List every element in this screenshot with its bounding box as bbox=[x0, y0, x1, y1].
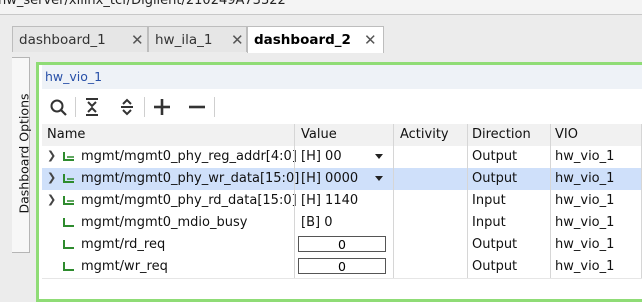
table-header: Name Value Activity Direction VIO bbox=[42, 124, 642, 147]
panel-title[interactable]: hw_vio_1 bbox=[45, 69, 102, 84]
bus-signal-icon bbox=[63, 196, 74, 205]
column-divider[interactable] bbox=[393, 124, 394, 278]
search-icon[interactable] bbox=[46, 93, 72, 121]
tab-label: hw_ila_1 bbox=[155, 32, 213, 48]
signal-value[interactable]: [H] 0000 bbox=[301, 171, 358, 186]
signal-name: mgmt/mgmt0_phy_rd_data[15:0] bbox=[81, 193, 297, 208]
signal-name: mgmt/mgmt0_mdio_busy bbox=[81, 215, 248, 230]
tab-label: dashboard_2 bbox=[254, 32, 351, 48]
dashboard-options-label: Dashboard Options bbox=[16, 93, 32, 214]
signal-direction: Output bbox=[472, 259, 518, 274]
expand-chevron-icon[interactable]: ❯ bbox=[47, 193, 56, 206]
table-row[interactable]: mgmt/wr_req 0 Output hw_vio_1 bbox=[42, 256, 642, 279]
expand-all-icon[interactable] bbox=[114, 93, 140, 121]
signal-value: [B] 0 bbox=[301, 215, 333, 230]
column-header-direction[interactable]: Direction bbox=[472, 127, 531, 142]
signal-value[interactable]: [H] 00 bbox=[301, 149, 342, 164]
panel-title-bar: hw_vio_1 bbox=[42, 65, 642, 89]
signal-name: mgmt/mgmt0_phy_wr_data[15:0] bbox=[81, 171, 300, 186]
signal-icon bbox=[63, 218, 74, 227]
window-path-bar: hw_server/xilinx_tcf/Digilent/210249A733… bbox=[0, 0, 642, 15]
collapse-all-icon[interactable] bbox=[79, 93, 105, 121]
column-header-activity[interactable]: Activity bbox=[400, 127, 449, 142]
signal-vio: hw_vio_1 bbox=[555, 259, 615, 274]
signal-icon bbox=[63, 262, 74, 271]
dashboard-options-tab[interactable]: Dashboard Options bbox=[12, 57, 32, 253]
column-divider[interactable] bbox=[550, 124, 551, 278]
table-row[interactable]: ❯ mgmt/mgmt0_phy_rd_data[15:0] [H] 1140 … bbox=[42, 190, 642, 213]
signal-icon bbox=[63, 240, 74, 249]
signal-vio: hw_vio_1 bbox=[555, 193, 615, 208]
wr-req-value-input[interactable]: 0 bbox=[298, 258, 386, 274]
signal-value: [H] 1140 bbox=[301, 193, 359, 208]
column-header-vio[interactable]: VIO bbox=[555, 127, 578, 142]
column-header-name[interactable]: Name bbox=[47, 127, 85, 142]
signal-vio: hw_vio_1 bbox=[555, 171, 615, 186]
tab-dashboard-2[interactable]: dashboard_2 ✕ bbox=[247, 26, 384, 53]
tab-dashboard-1[interactable]: dashboard_1 ✕ bbox=[12, 26, 148, 52]
column-header-value[interactable]: Value bbox=[301, 127, 337, 142]
signal-direction: Output bbox=[472, 149, 518, 164]
signal-name: mgmt/mgmt0_phy_reg_addr[4:0] bbox=[81, 149, 297, 164]
dropdown-arrow-icon[interactable] bbox=[375, 176, 383, 181]
column-divider[interactable] bbox=[294, 124, 295, 278]
tab-bar: dashboard_1 ✕ hw_ila_1 ✕ dashboard_2 ✕ bbox=[12, 26, 642, 53]
signal-vio: hw_vio_1 bbox=[555, 149, 615, 164]
close-icon[interactable]: ✕ bbox=[364, 31, 377, 49]
table-row-selected[interactable]: ❯ mgmt/mgmt0_phy_wr_data[15:0] [H] 0000 … bbox=[42, 168, 642, 191]
column-divider[interactable] bbox=[467, 124, 468, 278]
signal-vio: hw_vio_1 bbox=[555, 237, 615, 252]
signal-name: mgmt/rd_req bbox=[81, 237, 166, 252]
tab-label: dashboard_1 bbox=[19, 32, 106, 48]
table-row[interactable]: mgmt/rd_req 0 Output hw_vio_1 bbox=[42, 234, 642, 257]
expand-chevron-icon[interactable]: ❯ bbox=[47, 149, 56, 162]
window-path: hw_server/xilinx_tcf/Digilent/210249A733… bbox=[0, 0, 286, 8]
remove-icon[interactable] bbox=[184, 93, 210, 121]
toolbar-separator bbox=[75, 97, 76, 117]
panel-toolbar bbox=[42, 93, 642, 121]
signal-vio: hw_vio_1 bbox=[555, 215, 615, 230]
expand-chevron-icon[interactable]: ❯ bbox=[47, 171, 56, 184]
bus-signal-icon bbox=[63, 174, 74, 183]
close-icon[interactable]: ✕ bbox=[231, 31, 244, 49]
signal-direction: Output bbox=[472, 171, 518, 186]
tab-hw-ila-1[interactable]: hw_ila_1 ✕ bbox=[148, 26, 247, 52]
bus-signal-icon bbox=[63, 152, 74, 161]
dropdown-arrow-icon[interactable] bbox=[375, 154, 383, 159]
add-icon[interactable] bbox=[149, 93, 175, 121]
signal-direction: Output bbox=[472, 237, 518, 252]
toolbar-separator bbox=[214, 97, 215, 117]
rd-req-value-input[interactable]: 0 bbox=[298, 236, 386, 252]
table-row[interactable]: mgmt/mgmt0_mdio_busy [B] 0 Input hw_vio_… bbox=[42, 212, 642, 235]
toolbar-separator bbox=[144, 97, 145, 117]
close-icon[interactable]: ✕ bbox=[131, 31, 144, 49]
signal-name: mgmt/wr_req bbox=[81, 259, 168, 274]
table-row[interactable]: ❯ mgmt/mgmt0_phy_reg_addr[4:0] [H] 00 Ou… bbox=[42, 146, 642, 169]
signal-direction: Input bbox=[472, 193, 506, 208]
signal-direction: Input bbox=[472, 215, 506, 230]
